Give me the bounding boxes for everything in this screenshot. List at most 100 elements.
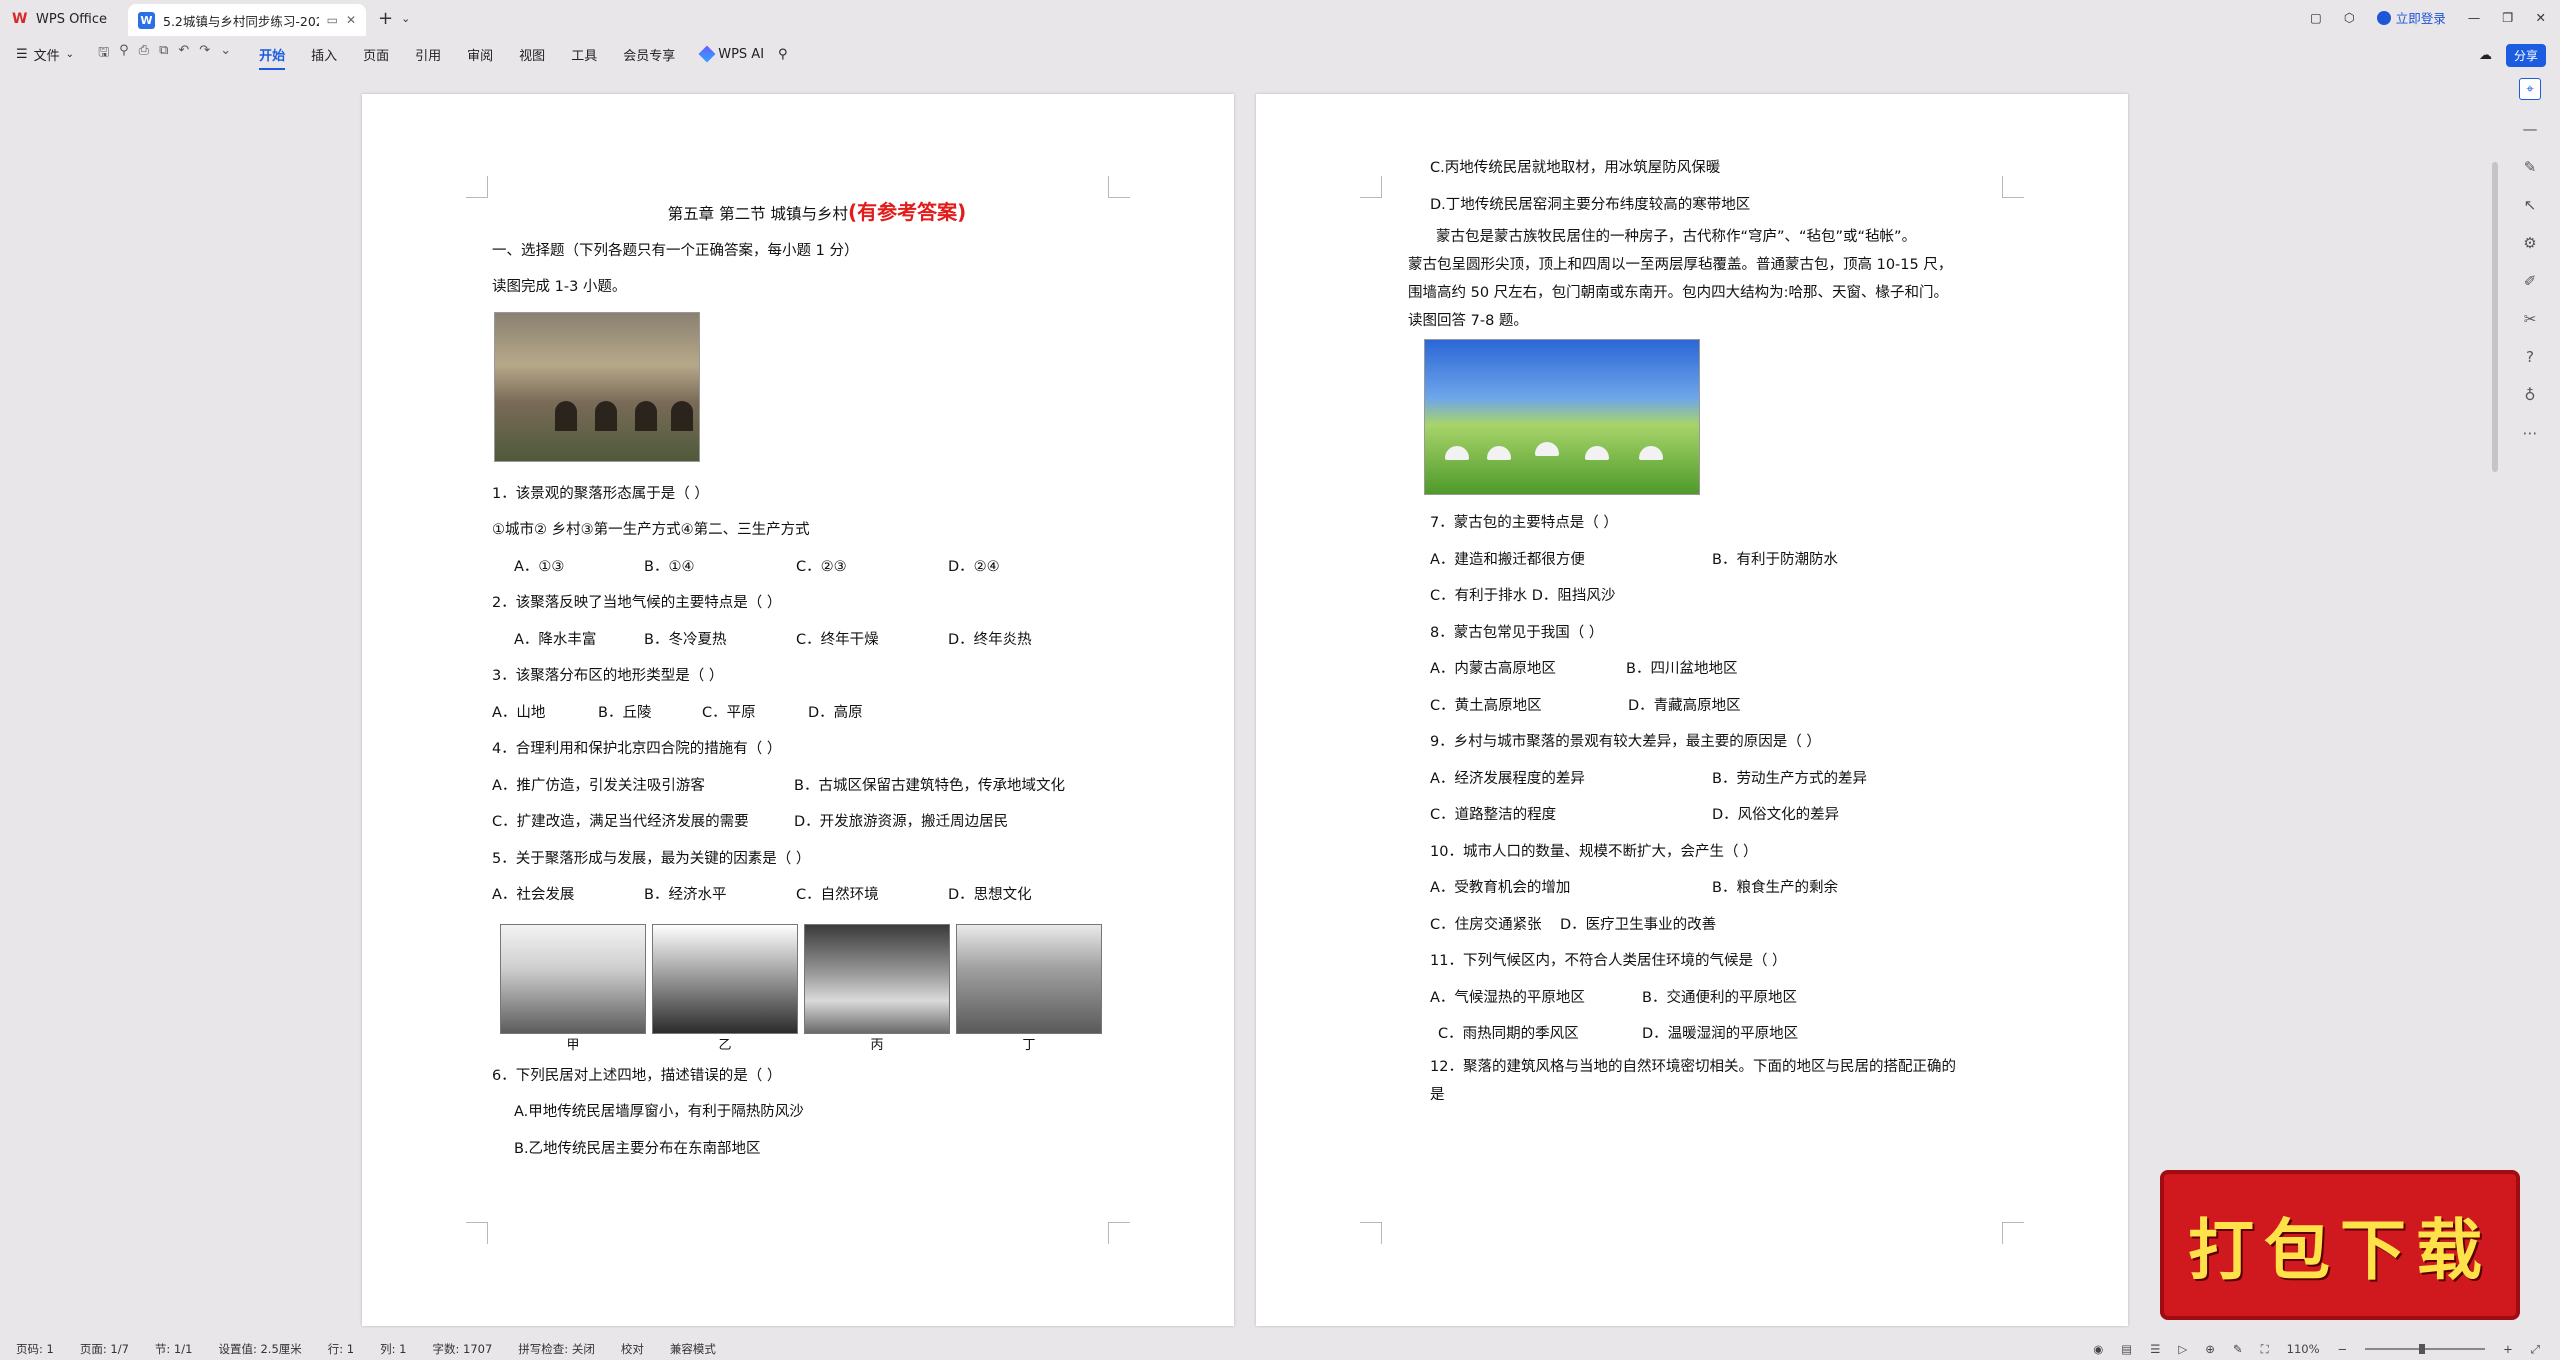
minimize-panel-icon[interactable]: — (2523, 120, 2538, 138)
caption: 丁 (1022, 1037, 1036, 1053)
zoom-in-button[interactable]: + (2503, 1342, 2513, 1356)
status-section[interactable]: 节: 1/1 (155, 1341, 193, 1357)
status-word-count[interactable]: 字数: 1707 (433, 1341, 493, 1357)
share-button[interactable]: 分享 (2505, 44, 2546, 67)
file-menu[interactable]: ☰ 文件 ⌄ (16, 45, 74, 64)
new-tab-button[interactable]: + (378, 8, 393, 29)
tab-references[interactable]: 引用 (415, 45, 441, 64)
dwelling-photo-row (500, 923, 1132, 1034)
question-7-options-ab: A．建造和搬迁都很方便 B．有利于防潮防水 (1408, 542, 2028, 579)
edit-icon[interactable]: ✐ (2524, 272, 2537, 290)
monitor-icon[interactable]: ▭ (327, 13, 338, 27)
shirt-icon[interactable]: ♁ (2525, 386, 2536, 404)
pen-view-icon[interactable]: ✎ (2233, 1342, 2243, 1356)
web-view-icon[interactable]: ⊕ (2205, 1342, 2215, 1356)
margin-mark (466, 1222, 488, 1244)
question-9-options-ab: A．经济发展程度的差异 B．劳动生产方式的差异 (1408, 761, 2028, 798)
cube-icon[interactable]: ⬡ (2344, 10, 2355, 25)
restore-button[interactable]: ❐ (2502, 10, 2513, 25)
search-doc-icon[interactable]: ⚲ (119, 43, 129, 65)
photo-jia (500, 923, 646, 1034)
question-5: 5．关于聚落形成与发展，最为关键的因素是（ ） (492, 850, 811, 867)
option: B．四川盆地地区 (1626, 661, 1738, 677)
login-button[interactable]: 立即登录 (2376, 8, 2446, 27)
tab-insert[interactable]: 插入 (311, 45, 337, 64)
zoom-level[interactable]: 110% (2287, 1342, 2320, 1356)
question-9-options-cd: C．道路整洁的程度 D．风俗文化的差异 (1408, 797, 2028, 834)
status-page-number[interactable]: 页码: 1 (16, 1341, 54, 1357)
question-12-line: 12．聚落的建筑风格与当地的自然环境密切相关。下面的地区与民居的搭配正确的 (1430, 1058, 1956, 1075)
document-page-1[interactable]: 第五章 第二节 城镇与乡村(有参考答案) 一、选择题（下列各题只有一个正确答案，… (362, 94, 1234, 1326)
tab-review[interactable]: 审阅 (467, 45, 493, 64)
app-home-tab[interactable]: W WPS Office (12, 6, 107, 32)
option: D．终年炎热 (948, 631, 1032, 648)
document-workspace: 第五章 第二节 城镇与乡村(有参考答案) 一、选择题（下列各题只有一个正确答案，… (0, 70, 2500, 1338)
cloud-icon[interactable]: ☁ (2479, 48, 2492, 63)
caption: 乙 (718, 1037, 732, 1053)
option: D．②④ (948, 558, 1000, 575)
more-icon[interactable]: ⋯ (2523, 424, 2538, 442)
tab-page[interactable]: 页面 (363, 45, 389, 64)
yurt-grassland-photo (1424, 339, 1700, 495)
print-icon[interactable]: ⎙ (139, 43, 149, 65)
save-icon[interactable]: 🖫 (98, 43, 109, 65)
minimize-button[interactable]: — (2468, 10, 2481, 25)
help-icon[interactable]: ? (2526, 348, 2534, 366)
option: C．②③ (796, 558, 847, 575)
status-proofread[interactable]: 校对 (621, 1341, 644, 1357)
redo-icon[interactable]: ↷ (199, 43, 210, 65)
tools-icon[interactable]: ✂ (2524, 310, 2537, 328)
document-tab[interactable]: W 5.2城镇与乡村同步练习-2024 ▭ ✕ (128, 4, 366, 36)
option: C．自然环境 (796, 887, 879, 903)
wps-ai-label: WPS AI (718, 46, 765, 62)
search-icon[interactable]: ⚲ (778, 47, 788, 62)
more-chevron-icon[interactable]: ⌄ (220, 43, 231, 65)
close-window-button[interactable]: ✕ (2536, 10, 2546, 25)
fullscreen-icon[interactable]: ⤢ (2531, 1342, 2540, 1357)
zoom-out-button[interactable]: − (2338, 1342, 2348, 1356)
download-banner[interactable]: 打包下载 (2160, 1170, 2520, 1320)
close-tab-icon[interactable]: ✕ (346, 13, 356, 27)
tab-member[interactable]: 会员专享 (623, 45, 675, 64)
login-label: 立即登录 (2395, 11, 2446, 26)
wps-ai-button[interactable]: WPS AI (698, 45, 765, 63)
zoom-slider[interactable] (2365, 1344, 2486, 1354)
status-pages[interactable]: 页面: 1/7 (80, 1341, 129, 1357)
document-page-2[interactable]: C.丙地传统民居就地取材，用冰筑屋防风保暖 D.丁地传统民居窑洞主要分布纬度较高… (1256, 94, 2128, 1326)
option: B．①④ (644, 558, 695, 575)
location-pin-icon[interactable]: ⌖ (2519, 78, 2541, 100)
eye-icon[interactable]: ◉ (2093, 1342, 2103, 1356)
select-cursor-icon[interactable]: ↖ (2524, 196, 2537, 214)
caption: 甲 (566, 1037, 580, 1053)
tab-home[interactable]: 开始 (259, 45, 286, 70)
outline-view-icon[interactable]: ☰ (2150, 1342, 2160, 1356)
title-answer-note: (有参考答案) (848, 200, 967, 224)
option: D．青藏高原地区 (1628, 697, 1741, 714)
option: C．平原 (702, 704, 756, 721)
question-6-option-b: B.乙地传统民居主要分布在东南部地区 (514, 1140, 761, 1157)
undo-icon[interactable]: ↶ (178, 43, 189, 65)
app-name: WPS Office (36, 11, 108, 27)
option: A．降水丰富 (514, 631, 597, 648)
page-view-icon[interactable]: ▤ (2121, 1342, 2132, 1356)
question-6: 6．下列民居对上述四地，描述错误的是（ ） (492, 1067, 782, 1084)
status-spell-check[interactable]: 拼写检查: 关闭 (518, 1341, 595, 1357)
view-controls: ◉ ▤ ☰ ▷ ⊕ ✎ ⛶ 110% − + ⤢ (2093, 1338, 2540, 1360)
question-intro: 读图完成 1-3 小题。 (492, 279, 627, 295)
tab-view[interactable]: 视图 (519, 45, 545, 64)
vertical-scrollbar[interactable] (2492, 162, 2498, 472)
chevron-down-icon: ⌄ (65, 48, 75, 60)
print-preview-icon[interactable]: ⧉ (159, 43, 168, 65)
option: B．交通便利的平原地区 (1642, 989, 1797, 1006)
fit-icon[interactable]: ⛶ (2261, 1342, 2269, 1357)
zoom-slider-knob[interactable] (2419, 1344, 2426, 1354)
status-setting[interactable]: 设置值: 2.5厘米 (218, 1341, 301, 1357)
adjust-icon[interactable]: ⚙ (2523, 234, 2536, 252)
title-bar: W WPS Office W 5.2城镇与乡村同步练习-2024 ▭ ✕ + ⌄… (0, 0, 2560, 38)
play-icon[interactable]: ▷ (2178, 1342, 2187, 1356)
pen-icon[interactable]: ✎ (2524, 158, 2537, 176)
chevron-down-icon[interactable]: ⌄ (401, 12, 410, 25)
question-2: 2．该聚落反映了当地气候的主要特点是（ ） (492, 595, 782, 611)
window-layout-icon[interactable]: ▢ (2310, 10, 2322, 25)
tab-tools[interactable]: 工具 (571, 45, 597, 64)
